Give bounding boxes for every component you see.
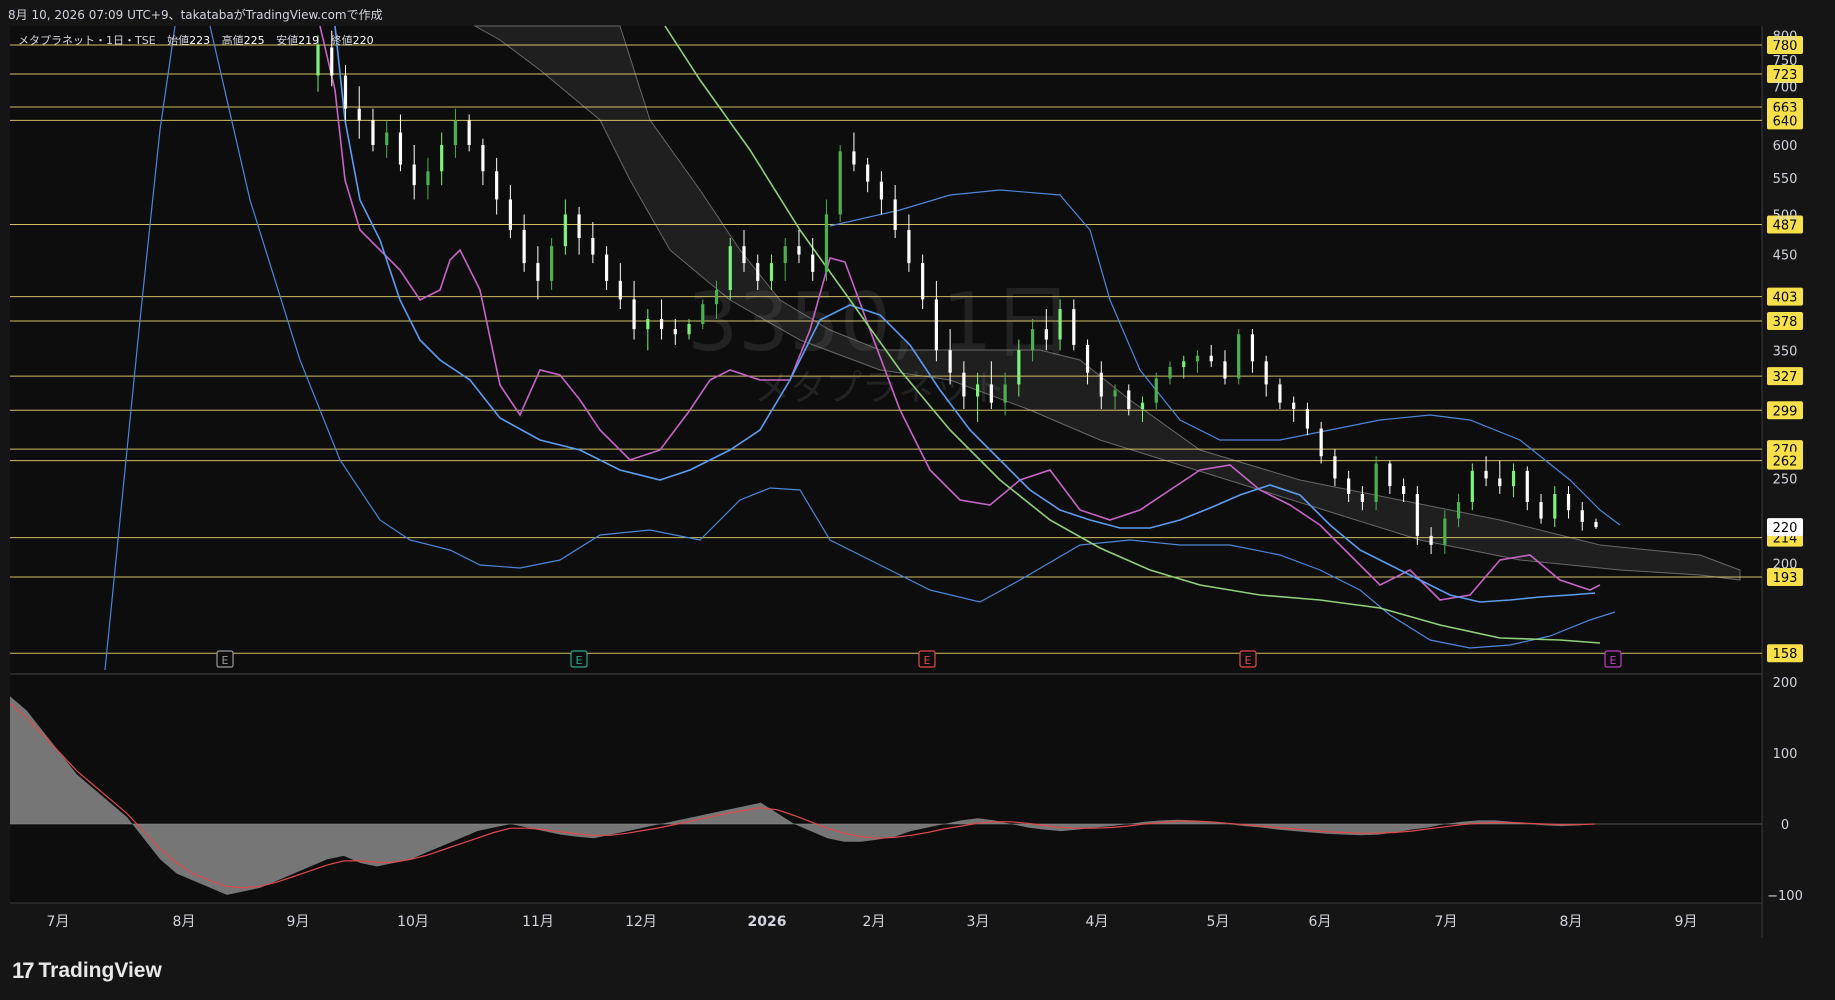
time-tick-label: 3月	[967, 914, 990, 930]
time-axis[interactable]: 7月 8月 9月 10月 11月 12月 2026 2月 3月 4月 5月 6月 7月 8月 9月	[47, 914, 1698, 930]
svg-text:メタプラネット・1日・TSE 始値223: メタプラネット・1日・TSE 始値223 高値225 安値219 終値220	[18, 33, 374, 47]
earnings-marker[interactable]: E	[570, 650, 588, 668]
time-tick-label: 8月	[1560, 914, 1583, 930]
legend-high-label: 高値	[222, 33, 244, 47]
level-badge-label: 640	[1773, 114, 1798, 129]
price-tick-label: 550	[1773, 172, 1798, 187]
oscillator-tick-label: 200	[1773, 676, 1798, 691]
earnings-marker-label: E	[1610, 654, 1617, 667]
earnings-marker-label: E	[576, 654, 583, 667]
symbol-legend: メタプラネット・1日・TSE 始値223 高値225 安値219 終値220	[18, 33, 374, 47]
time-tick-label: 2026	[748, 914, 787, 930]
price-tick-label: 350	[1773, 344, 1798, 359]
price-tick-label: 450	[1773, 249, 1798, 264]
price-tick-label: 750	[1773, 54, 1798, 69]
price-tick-label: 250	[1773, 472, 1798, 487]
candle	[1237, 329, 1241, 385]
price-tick-label: 500	[1773, 208, 1798, 223]
time-tick-label: 8月	[173, 914, 196, 930]
legend-open-label: 始値	[167, 33, 189, 47]
earnings-marker-label: E	[1245, 654, 1252, 667]
earnings-marker[interactable]: E	[1604, 650, 1622, 668]
time-tick-label: 4月	[1086, 914, 1109, 930]
time-tick-label: 9月	[287, 914, 310, 930]
time-tick-label: 10月	[397, 914, 429, 930]
time-tick-label: 11月	[522, 914, 554, 930]
price-chart[interactable]: 3350, 1日 メタプラネット 78072366364048740337832…	[0, 0, 1835, 1000]
time-tick-label: 7月	[47, 914, 70, 930]
level-badge-label: 299	[1773, 404, 1798, 419]
legend-open-value: 223	[189, 34, 210, 47]
level-badge-label: 378	[1773, 315, 1798, 330]
oscillator-tick-label: −100	[1767, 889, 1803, 904]
price-tick-label: 700	[1773, 80, 1798, 95]
snapshot-header: 8月 10, 2026 07:09 UTC+9、takatabaがTrading…	[8, 8, 383, 22]
level-badge-label: 193	[1773, 571, 1798, 586]
level-badge-label: 262	[1773, 455, 1798, 470]
tradingview-logo[interactable]: 17 TradingView	[12, 958, 162, 984]
tradingview-brand-text: TradingView	[38, 959, 162, 982]
earnings-marker[interactable]: E	[216, 650, 234, 668]
time-tick-label: 7月	[1435, 914, 1458, 930]
earnings-marker[interactable]: E	[1239, 650, 1257, 668]
legend-low-label: 安値	[276, 33, 298, 47]
oscillator-tick-label: 0	[1781, 818, 1789, 833]
oscillator-tick-label: 100	[1773, 747, 1798, 762]
earnings-marker-label: E	[924, 654, 931, 667]
time-tick-label: 2月	[863, 914, 886, 930]
earnings-marker[interactable]: E	[918, 650, 936, 668]
earnings-marker-label: E	[222, 654, 229, 667]
time-tick-label: 6月	[1309, 914, 1332, 930]
price-tick-label: 600	[1773, 139, 1798, 154]
legend-symbol-name: メタプラネット・1日・TSE	[18, 34, 156, 47]
legend-low-value: 219	[298, 34, 319, 47]
price-tick-label: 800	[1773, 29, 1798, 44]
legend-high-value: 225	[244, 34, 265, 47]
price-tick-label: 200	[1773, 557, 1798, 572]
level-badge-label: 158	[1773, 647, 1798, 662]
level-badge-label: 327	[1773, 370, 1798, 385]
candle	[838, 144, 842, 223]
time-tick-label: 9月	[1675, 914, 1698, 930]
level-badge-label: 403	[1773, 291, 1798, 306]
current-price-label: 220	[1773, 521, 1798, 536]
legend-close-value: 220	[353, 34, 374, 47]
tradingview-logo-icon: 17	[12, 958, 35, 983]
time-tick-label: 12月	[625, 914, 657, 930]
time-tick-label: 5月	[1207, 914, 1230, 930]
legend-close-label: 終値	[331, 33, 353, 47]
